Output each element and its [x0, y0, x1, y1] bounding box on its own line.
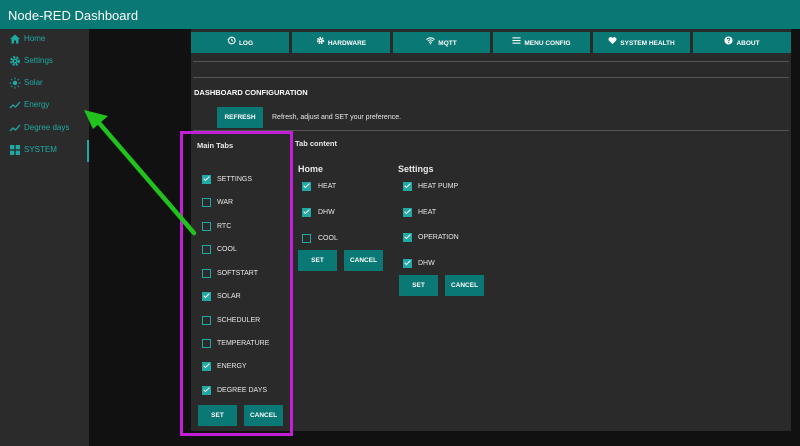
home-icon [9, 33, 21, 45]
sidebar-item-label: SYSTEM [24, 145, 57, 154]
sidebar-item-home[interactable]: Home [0, 29, 89, 51]
checkbox-label: OPERATION [418, 234, 459, 241]
checkbox-settings-heat-pump[interactable] [403, 182, 412, 191]
gear-icon [316, 32, 325, 53]
checkbox-settings-dhw[interactable] [403, 259, 412, 268]
tab-label: MQTT [438, 40, 457, 47]
tab-label: LOG [238, 40, 254, 47]
sidebar-item-solar[interactable]: Solar [0, 73, 89, 95]
settings-set-button[interactable]: SET [399, 275, 438, 296]
tab-label: MENU CONFIG [524, 40, 571, 47]
sidebar-item-label: Settings [24, 56, 53, 65]
trend-icon [9, 122, 21, 134]
sidebar-item-system[interactable]: SYSTEM [0, 140, 89, 162]
tab-content-title: Tab content [295, 139, 337, 148]
sidebar-item-label: Home [24, 34, 46, 43]
checkbox-label: HEAT [318, 183, 337, 190]
checkbox-settings-heat[interactable] [403, 208, 412, 217]
grid-icon [9, 144, 21, 156]
checkbox-label: COOL [318, 235, 338, 242]
history-icon [227, 32, 236, 53]
settings-cancel-button[interactable]: CANCEL [445, 275, 484, 296]
checkbox-home-heat[interactable] [302, 182, 311, 191]
checkbox-home-cool[interactable] [302, 234, 311, 243]
sidebar-item-label: Solar [24, 78, 43, 87]
tab-label: HARDWARE [327, 40, 367, 47]
top-bar: Node-RED Dashboard [0, 0, 800, 29]
tab-log[interactable]: LOG [191, 32, 289, 53]
home-group-title: Home [298, 164, 324, 174]
checkbox-label: HEAT [418, 209, 437, 216]
sidebar-item-energy[interactable]: Energy [0, 95, 89, 117]
tab-menu-config[interactable]: MENU CONFIG [493, 32, 590, 53]
checkbox-label: DHW [318, 209, 335, 216]
sidebar-item-label: Energy [24, 100, 50, 109]
tab-label: ABOUT [736, 40, 760, 47]
gear-icon [9, 55, 21, 67]
sidebar-item-label: Degree days [24, 123, 70, 132]
tab-hardware[interactable]: HARDWARE [292, 32, 390, 53]
sidebar-item-degree-days[interactable]: Degree days [0, 118, 89, 140]
menu-icon [512, 32, 521, 53]
tab-about[interactable]: ABOUT [693, 32, 791, 53]
settings-group-title: Settings [398, 164, 434, 174]
home-cancel-button[interactable]: CANCEL [344, 250, 383, 271]
divider [193, 61, 789, 62]
trend-icon [9, 99, 21, 111]
heart-icon [608, 32, 617, 53]
home-set-button[interactable]: SET [298, 250, 337, 271]
checkbox-label: DHW [418, 260, 435, 267]
app-title: Node-RED Dashboard [8, 8, 139, 23]
checkbox-settings-operation[interactable] [403, 233, 412, 242]
wifi-icon [426, 32, 436, 53]
help-icon [724, 32, 733, 53]
sidebar: Home Settings Solar Energy Degree days S… [0, 29, 89, 446]
refresh-instructions: Refresh, adjust and SET your preference. [272, 114, 402, 121]
checkbox-label: HEAT PUMP [418, 183, 459, 190]
tab-system-health[interactable]: SYSTEM HEALTH [593, 32, 690, 53]
highlight-box [180, 131, 293, 436]
section-title: DASHBOARD CONFIGURATION [194, 88, 308, 97]
refresh-button[interactable]: REFRESH [217, 107, 263, 128]
divider [193, 77, 789, 78]
sun-icon [9, 77, 21, 89]
tab-mqtt[interactable]: MQTT [393, 32, 490, 53]
tab-label: SYSTEM HEALTH [620, 40, 675, 47]
sidebar-item-settings[interactable]: Settings [0, 51, 89, 73]
checkbox-home-dhw[interactable] [302, 208, 311, 217]
